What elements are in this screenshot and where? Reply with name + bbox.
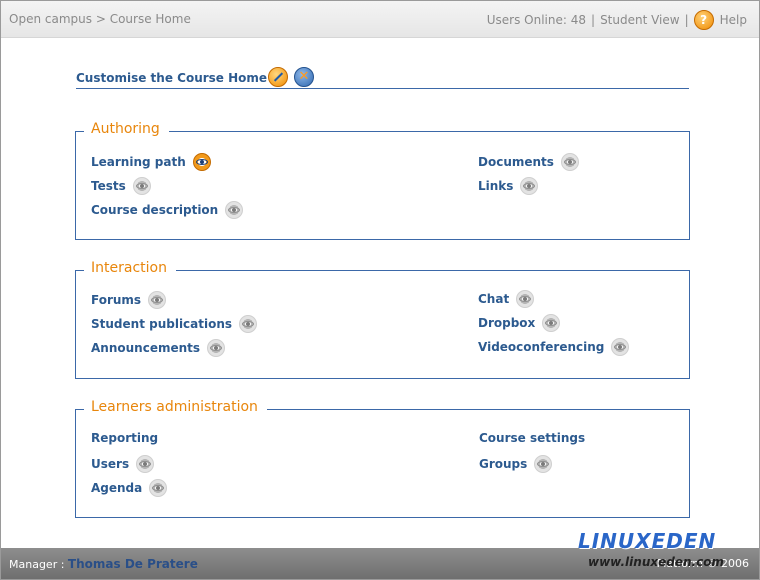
help-link[interactable]: Help bbox=[720, 13, 747, 27]
tool-users[interactable]: Users bbox=[91, 455, 155, 473]
tool-course-description[interactable]: Course description bbox=[91, 201, 244, 219]
manager-info: Manager : Thomas De Pratere bbox=[9, 557, 198, 571]
tool-announcements[interactable]: Announcements bbox=[91, 339, 226, 357]
tool-label[interactable]: Announcements bbox=[91, 341, 200, 355]
edit-pencil-icon[interactable] bbox=[268, 67, 288, 87]
tool-label[interactable]: Learning path bbox=[91, 155, 186, 169]
help-icon[interactable]: ? bbox=[693, 10, 714, 30]
watermark-logo: LINUXEDEN bbox=[578, 529, 717, 553]
visibility-eye-icon[interactable] bbox=[560, 153, 579, 171]
tool-student-publications[interactable]: Student publications bbox=[91, 315, 258, 333]
visibility-eye-icon[interactable] bbox=[225, 201, 244, 219]
top-right-status: Users Online: 48 | Student View | ? Help bbox=[487, 10, 747, 30]
student-view-link[interactable]: Student View bbox=[600, 13, 680, 27]
tool-label[interactable]: Student publications bbox=[91, 317, 232, 331]
separator: | bbox=[684, 13, 689, 27]
tool-reporting[interactable]: Reporting bbox=[91, 431, 158, 445]
tool-course-settings[interactable]: Course settings bbox=[479, 431, 585, 445]
visibility-eye-icon[interactable] bbox=[534, 455, 553, 473]
visibility-eye-icon[interactable] bbox=[207, 339, 226, 357]
breadcrumb-open-campus[interactable]: Open campus bbox=[9, 12, 92, 26]
tool-tests[interactable]: Tests bbox=[91, 177, 151, 195]
tool-label[interactable]: Tests bbox=[91, 179, 126, 193]
tool-chat[interactable]: Chat bbox=[478, 290, 535, 308]
tool-documents[interactable]: Documents bbox=[478, 153, 579, 171]
customise-title[interactable]: Customise the Course Home bbox=[76, 71, 267, 85]
tool-label[interactable]: Chat bbox=[478, 292, 509, 306]
visibility-eye-icon[interactable] bbox=[192, 153, 211, 171]
tool-label[interactable]: Dropbox bbox=[478, 316, 535, 330]
visibility-eye-icon[interactable] bbox=[520, 177, 539, 195]
tool-videoconferencing[interactable]: Videoconferencing bbox=[478, 338, 630, 356]
section-title-authoring: Authoring bbox=[84, 121, 169, 137]
tool-forums[interactable]: Forums bbox=[91, 291, 167, 309]
visibility-eye-icon[interactable] bbox=[611, 338, 630, 356]
customise-header: Customise the Course Home ✕ bbox=[76, 64, 689, 89]
section-authoring: Authoring Learning path Documents Tests … bbox=[75, 121, 690, 240]
visibility-eye-icon[interactable] bbox=[542, 314, 561, 332]
tool-learning-path[interactable]: Learning path bbox=[91, 153, 211, 171]
visibility-eye-icon[interactable] bbox=[239, 315, 258, 333]
visibility-eye-icon[interactable] bbox=[136, 455, 155, 473]
section-learners-administration: Learners administration Reporting Course… bbox=[75, 399, 690, 518]
tool-label[interactable]: Users bbox=[91, 457, 129, 471]
manager-label: Manager : bbox=[9, 558, 65, 571]
manager-name-link[interactable]: Thomas De Pratere bbox=[68, 557, 198, 571]
watermark-url: www.linuxeden.com bbox=[588, 555, 724, 569]
separator: | bbox=[591, 13, 596, 27]
tool-groups[interactable]: Groups bbox=[479, 455, 553, 473]
section-interaction: Interaction Forums Chat Student publicat… bbox=[75, 260, 690, 379]
top-bar: Open campus > Course Home Users Online: … bbox=[1, 1, 759, 38]
tool-label[interactable]: Links bbox=[478, 179, 513, 193]
tool-label[interactable]: Course description bbox=[91, 203, 218, 217]
visibility-eye-icon[interactable] bbox=[149, 479, 168, 497]
tool-agenda[interactable]: Agenda bbox=[91, 479, 168, 497]
tool-label[interactable]: Groups bbox=[479, 457, 527, 471]
tool-dropbox[interactable]: Dropbox bbox=[478, 314, 561, 332]
close-icon[interactable]: ✕ bbox=[294, 67, 314, 87]
tool-label[interactable]: Agenda bbox=[91, 481, 142, 495]
visibility-eye-icon[interactable] bbox=[132, 177, 151, 195]
visibility-eye-icon[interactable] bbox=[148, 291, 167, 309]
visibility-eye-icon[interactable] bbox=[516, 290, 535, 308]
section-title-interaction: Interaction bbox=[84, 260, 176, 276]
tool-label[interactable]: Forums bbox=[91, 293, 141, 307]
breadcrumb: Open campus > Course Home bbox=[9, 12, 191, 26]
tool-label[interactable]: Videoconferencing bbox=[478, 340, 604, 354]
users-online: Users Online: 48 bbox=[486, 13, 587, 27]
section-title-learners-administration: Learners administration bbox=[84, 399, 267, 415]
tool-label[interactable]: Documents bbox=[478, 155, 554, 169]
tool-links[interactable]: Links bbox=[478, 177, 539, 195]
breadcrumb-current: Course Home bbox=[109, 12, 191, 26]
breadcrumb-separator: > bbox=[95, 12, 106, 26]
tool-label[interactable]: Reporting bbox=[91, 431, 158, 445]
tool-label[interactable]: Course settings bbox=[479, 431, 585, 445]
